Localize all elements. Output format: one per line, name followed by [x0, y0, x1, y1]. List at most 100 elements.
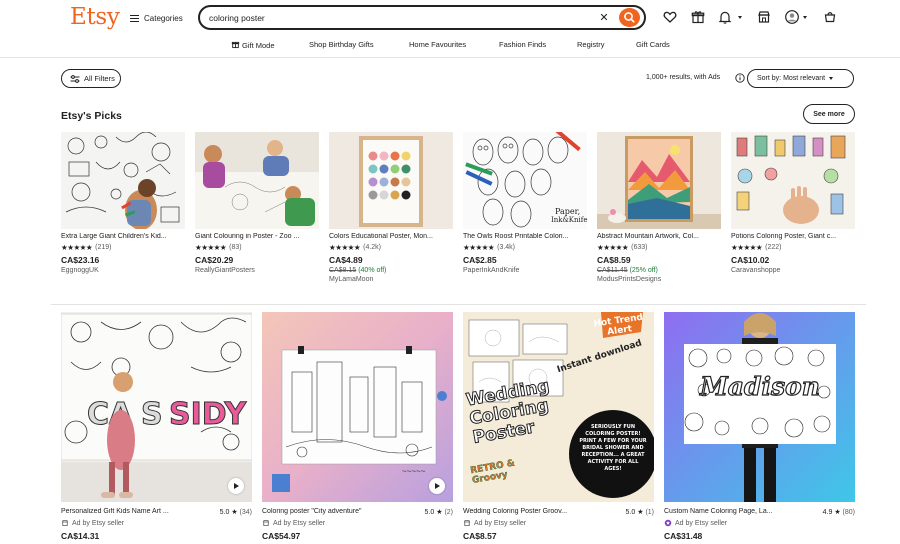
- listing-card[interactable]: Madison Custom Name Coloring Page, La...…: [664, 312, 855, 541]
- listing-rating: ★★★★★ (4.2k): [329, 243, 453, 252]
- shop-icon: [262, 520, 270, 526]
- star-rating-icon: ★★★★★: [731, 243, 763, 252]
- ad-label: Ad by Etsy seller: [664, 519, 855, 527]
- all-filters-button[interactable]: All Filters: [61, 69, 121, 88]
- ad-text: Ad by Etsy seller: [474, 519, 527, 527]
- section-divider: [51, 304, 866, 305]
- listing-image[interactable]: [329, 132, 453, 229]
- search-input[interactable]: [209, 10, 589, 25]
- listing-title[interactable]: The Owls Roost Printable Colori...: [463, 233, 587, 240]
- listing-image[interactable]: Paper, Ink&Knife: [463, 132, 587, 229]
- shop-name[interactable]: ReallyGiantPosters: [195, 267, 319, 274]
- listing-title[interactable]: Abstract Mountain Artwork, Col...: [597, 233, 721, 240]
- shop-name[interactable]: PaperInkAndKnife: [463, 267, 587, 274]
- svg-text:S: S: [141, 397, 163, 432]
- rating-value: 5.0 ★: [219, 509, 238, 516]
- gift-icon[interactable]: [690, 9, 706, 25]
- pick-card[interactable]: Paper, Ink&Knife The Owls Roost Printabl…: [463, 132, 587, 274]
- listing-title[interactable]: Wedding Coloring Poster Groov...: [463, 508, 567, 516]
- cart-icon[interactable]: [822, 9, 838, 25]
- account-chevron-down-icon: [803, 16, 807, 19]
- svg-text:Ink&Knife: Ink&Knife: [551, 216, 587, 224]
- notifications-chevron-down-icon: [738, 16, 742, 19]
- categories-label: Categories: [144, 13, 183, 23]
- account-avatar-icon[interactable]: [784, 9, 800, 25]
- listing-rating: ★★★★★ (633): [597, 243, 721, 252]
- nav-item-birthday-gifts[interactable]: Shop Birthday Gifts: [309, 40, 374, 49]
- nav-item-gift-cards[interactable]: Gift Cards: [636, 40, 670, 49]
- ad-label: Ad by Etsy seller: [463, 519, 654, 527]
- listing-title[interactable]: Custom Name Coloring Page, La...: [664, 508, 773, 516]
- see-more-button[interactable]: See more: [803, 104, 855, 124]
- listing-price: CA$4.89: [329, 255, 363, 265]
- listing-rating: 5.0 ★ (2): [425, 508, 453, 516]
- categories-button[interactable]: Categories: [130, 10, 183, 26]
- listing-title[interactable]: Giant Colouring in Poster - Zoo ...: [195, 233, 319, 240]
- review-count: (222): [765, 244, 782, 251]
- filter-sliders-icon: [70, 74, 80, 83]
- star-rating-icon: ★★★★★: [61, 243, 93, 252]
- search-icon: [624, 12, 635, 23]
- listing-card[interactable]: Hot Trend Alert Instant download Wedding…: [463, 312, 654, 541]
- review-count: (4.2k): [363, 244, 382, 251]
- all-filters-label: All Filters: [84, 74, 115, 83]
- review-count: (219): [95, 244, 112, 251]
- listing-price: CA$8.57: [463, 531, 497, 541]
- listing-card[interactable]: CA S SIDY Personalized Gift Kids Name Ar…: [61, 312, 252, 541]
- listing-title[interactable]: Personalized Gift Kids Name Art ...: [61, 508, 169, 516]
- shop-name[interactable]: EggnoggUK: [61, 267, 185, 274]
- sort-dropdown[interactable]: Sort by: Most relevant: [747, 69, 854, 88]
- video-play-icon[interactable]: [429, 478, 445, 494]
- shop-manager-icon[interactable]: [756, 9, 772, 25]
- listing-image[interactable]: Madison: [664, 312, 855, 502]
- star-rating-icon: ★★★★★: [597, 243, 629, 252]
- listing-image[interactable]: [731, 132, 855, 229]
- listing-title[interactable]: Colors Educational Poster, Mon...: [329, 233, 453, 240]
- nav-item-fashion-finds[interactable]: Fashion Finds: [499, 40, 546, 49]
- listing-image[interactable]: [61, 132, 185, 229]
- video-play-icon[interactable]: [228, 478, 244, 494]
- listing-image[interactable]: ~~~~~: [262, 312, 453, 502]
- sort-label: Sort by: Most relevant: [757, 75, 826, 82]
- ad-text: Ad by Etsy seller: [72, 519, 125, 527]
- nav-item-home-favourites[interactable]: Home Favourites: [409, 40, 466, 49]
- pick-card[interactable]: Extra Large Giant Children's Kid... ★★★★…: [61, 132, 185, 274]
- star-rating-icon: ★★★★★: [195, 243, 227, 252]
- category-nav: Gift Mode Shop Birthday Gifts Home Favou…: [0, 36, 900, 54]
- listing-title[interactable]: Potions Coloring Poster, Giant c...: [731, 233, 855, 240]
- listing-rating: 5.0 ★ (1): [626, 508, 654, 516]
- star-rating-icon: ★★★★★: [329, 243, 361, 252]
- favorites-heart-icon[interactable]: [662, 9, 678, 25]
- pick-card[interactable]: Colors Educational Poster, Mon... ★★★★★ …: [329, 132, 453, 283]
- pick-card[interactable]: Potions Coloring Poster, Giant c... ★★★★…: [731, 132, 855, 274]
- pick-card[interactable]: Giant Colouring in Poster - Zoo ... ★★★★…: [195, 132, 319, 274]
- listing-title[interactable]: Coloring poster "City adventure": [262, 508, 362, 516]
- ads-info-icon[interactable]: [735, 73, 745, 83]
- ad-text: Ad by Etsy seller: [675, 519, 728, 527]
- listing-title[interactable]: Extra Large Giant Children's Kid...: [61, 233, 185, 240]
- listing-image[interactable]: Hot Trend Alert Instant download Wedding…: [463, 312, 654, 502]
- poster-blurb: SERIOUSLY FUN COLORING POSTER! PRINT A F…: [579, 424, 647, 472]
- clear-search-icon[interactable]: ✕: [598, 11, 610, 25]
- section-title-etsys-picks: Etsy's Picks: [61, 110, 122, 122]
- nav-item-gift-mode[interactable]: Gift Mode: [231, 40, 275, 50]
- listing-price: CA$2.85: [463, 255, 497, 265]
- listing-image[interactable]: CA S SIDY: [61, 312, 252, 502]
- nav-item-registry[interactable]: Registry: [577, 40, 605, 49]
- pick-card[interactable]: Abstract Mountain Artwork, Col... ★★★★★ …: [597, 132, 721, 283]
- listing-rating: 4.9 ★ (80): [823, 508, 855, 516]
- etsy-logo[interactable]: Etsy: [70, 4, 120, 30]
- shop-name[interactable]: Caravanshoppe: [731, 267, 855, 274]
- search-button[interactable]: [619, 8, 640, 27]
- review-count: (2): [444, 509, 453, 516]
- shop-icon: [463, 520, 471, 526]
- shop-name[interactable]: MyLamaMoon: [329, 276, 453, 283]
- menu-icon: [130, 14, 139, 22]
- listing-card[interactable]: ~~~~~ Coloring poster "City adventure" 5…: [262, 312, 453, 541]
- listing-image[interactable]: [597, 132, 721, 229]
- shop-name[interactable]: ModusPrintsDesigns: [597, 276, 721, 283]
- listing-price: CA$23.16: [61, 255, 100, 265]
- review-count: (83): [229, 244, 242, 251]
- listing-image[interactable]: [195, 132, 319, 229]
- notifications-bell-icon[interactable]: [717, 9, 733, 25]
